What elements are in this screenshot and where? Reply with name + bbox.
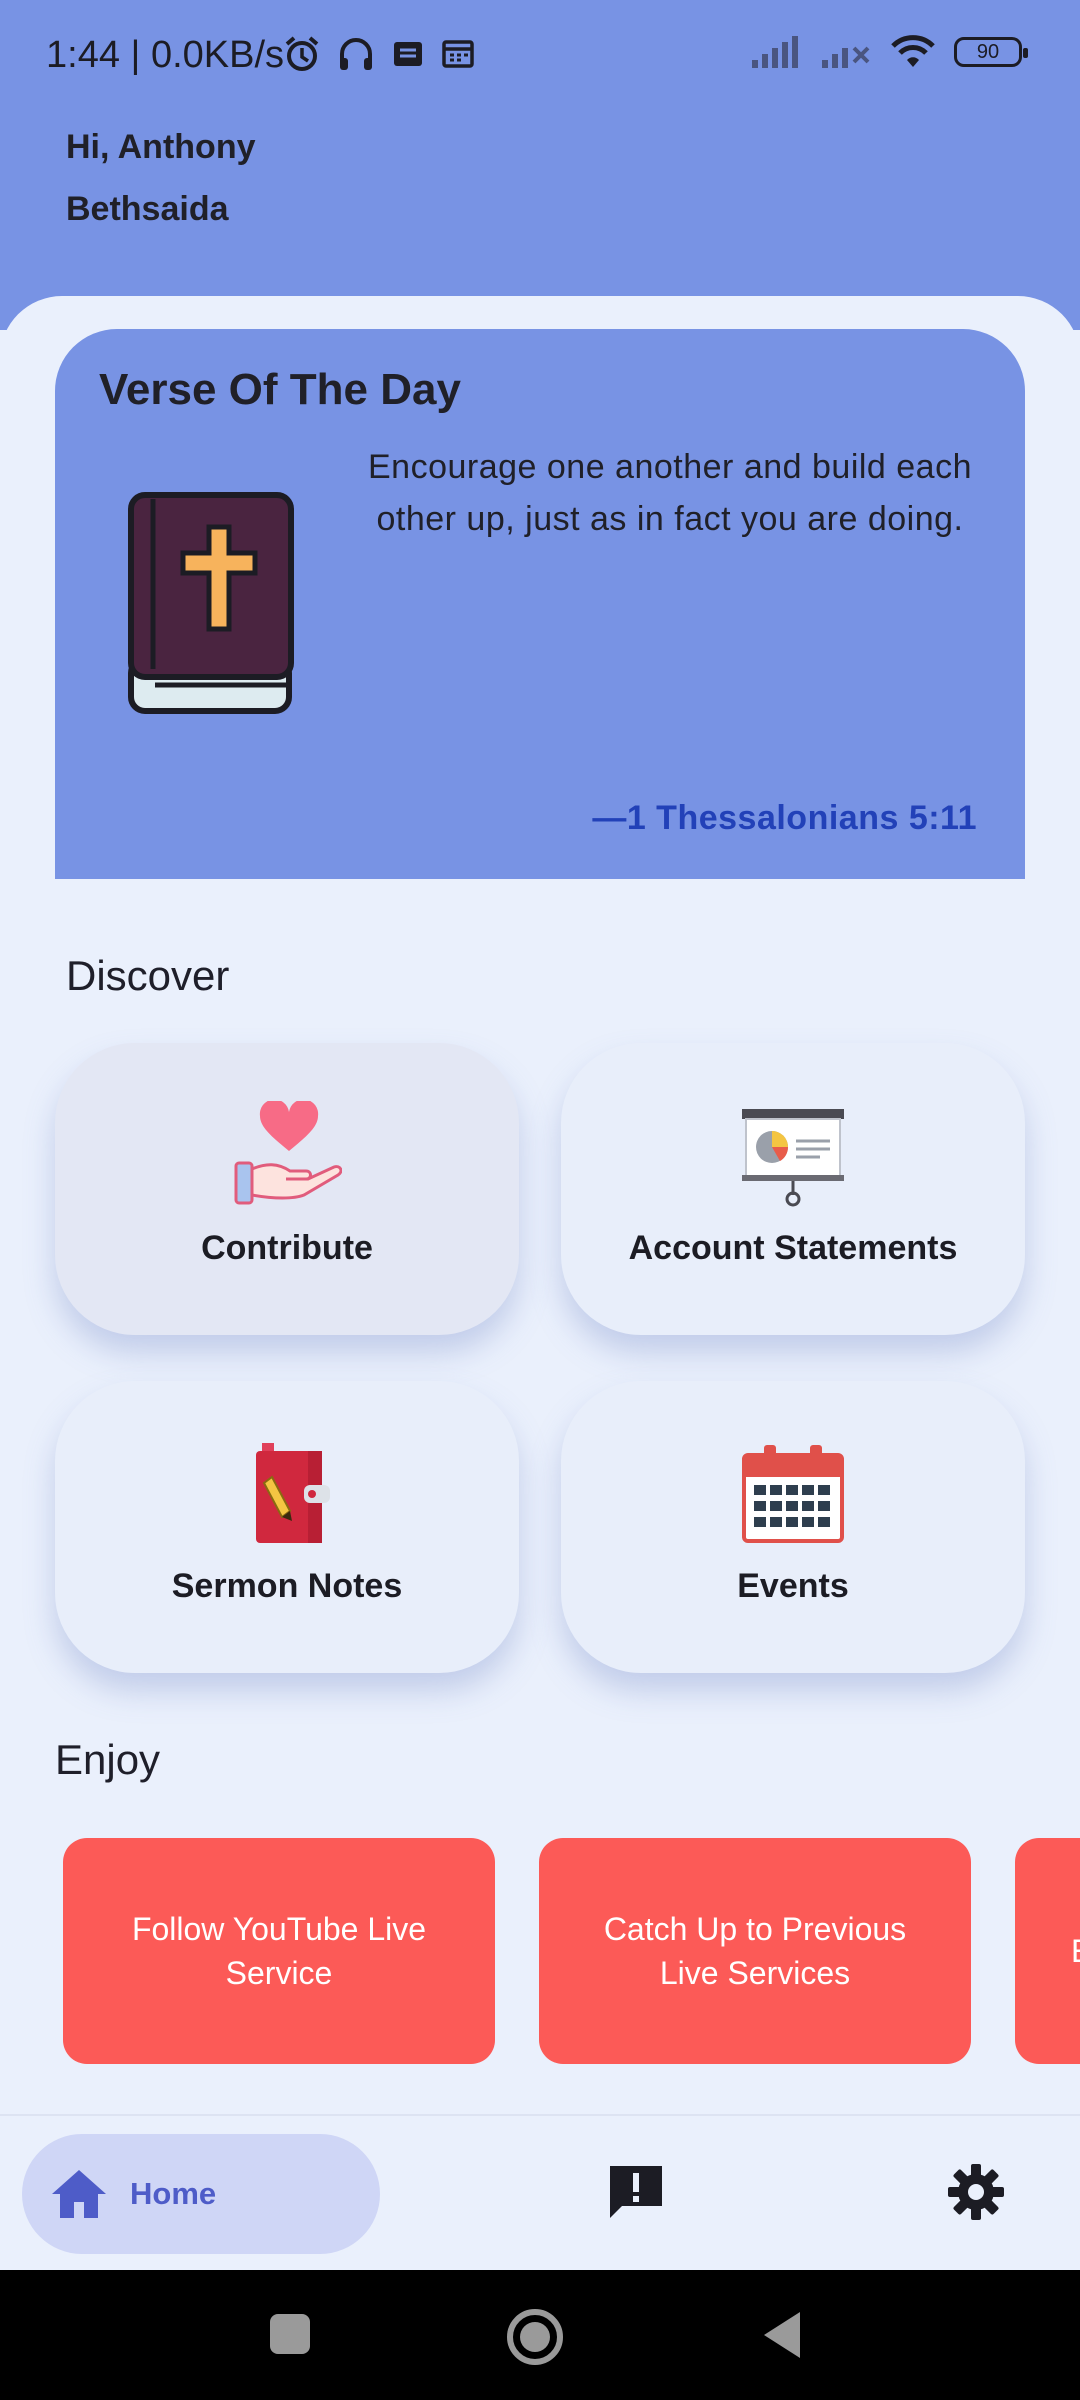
tile-label: Events bbox=[737, 1567, 849, 1605]
verse-of-the-day-card: Verse Of The Day Encourage one another a… bbox=[55, 329, 1025, 879]
alarm-icon bbox=[285, 36, 319, 71]
nav-home-button[interactable]: Home bbox=[22, 2134, 380, 2254]
recents-button-icon[interactable] bbox=[268, 2308, 312, 2362]
status-time: 1:44 | 0.0KB/s bbox=[46, 34, 285, 76]
greeting: Hi, Anthony Bethsaida bbox=[66, 116, 256, 240]
enjoy-card-label: Follow YouTube Live Service bbox=[131, 1911, 427, 1991]
status-system-icons: 90 bbox=[750, 34, 1028, 70]
verse-reference: —1 Thessalonians 5:11 bbox=[592, 799, 977, 837]
events-tile[interactable]: Events bbox=[561, 1381, 1025, 1673]
home-button-icon[interactable] bbox=[506, 2308, 564, 2366]
tile-label: Sermon Notes bbox=[171, 1567, 403, 1605]
message-icon bbox=[394, 42, 422, 66]
previous-live-services-card[interactable]: Catch Up to Previous Live Services bbox=[539, 1838, 971, 2064]
settings-icon[interactable] bbox=[946, 2162, 1006, 2222]
calendar-notification-icon bbox=[442, 40, 474, 68]
enjoy-card-partial[interactable]: E bbox=[1015, 1838, 1080, 2064]
signal-no-service-icon bbox=[822, 46, 870, 68]
bottom-navigation: Home bbox=[0, 2114, 1080, 2270]
status-notification-icons bbox=[282, 34, 476, 74]
signal-icon bbox=[752, 36, 798, 68]
enjoy-carousel[interactable]: Follow YouTube Live Service Catch Up to … bbox=[0, 1838, 1080, 2068]
tile-label: Account Statements bbox=[628, 1229, 958, 1267]
tile-label: Contribute bbox=[201, 1229, 373, 1267]
notebook-pen-icon bbox=[232, 1439, 342, 1549]
wifi-icon bbox=[891, 35, 935, 67]
verse-text: Encourage one another and build each oth… bbox=[367, 448, 973, 538]
greeting-user-name: Hi, Anthony bbox=[66, 128, 256, 166]
home-icon bbox=[52, 2170, 106, 2218]
battery-indicator: 90 bbox=[954, 37, 1028, 67]
account-statements-tile[interactable]: Account Statements bbox=[561, 1043, 1025, 1335]
presentation-chart-icon bbox=[738, 1101, 848, 1211]
nav-home-label: Home bbox=[130, 2176, 217, 2211]
feedback-icon[interactable] bbox=[606, 2162, 666, 2222]
discover-heading: Discover bbox=[66, 952, 230, 999]
heart-hand-icon bbox=[232, 1101, 342, 1211]
system-navigation-bar bbox=[0, 2270, 1080, 2400]
follow-youtube-live-card[interactable]: Follow YouTube Live Service bbox=[63, 1838, 495, 2064]
back-button-icon[interactable] bbox=[760, 2308, 804, 2362]
greeting-church-name: Bethsaida bbox=[66, 190, 229, 228]
enjoy-card-label: E bbox=[1071, 1929, 1080, 1973]
enjoy-card-label: Catch Up to Previous Live Services bbox=[603, 1911, 907, 1991]
verse-title: Verse Of The Day bbox=[99, 365, 461, 414]
contribute-tile[interactable]: Contribute bbox=[55, 1043, 519, 1335]
headphones-icon bbox=[340, 38, 372, 70]
status-bar: 1:44 | 0.0KB/s 90 bbox=[0, 0, 1080, 116]
sermon-notes-tile[interactable]: Sermon Notes bbox=[55, 1381, 519, 1673]
enjoy-heading: Enjoy bbox=[55, 1736, 161, 1783]
calendar-icon bbox=[738, 1439, 848, 1549]
bible-icon bbox=[128, 492, 294, 714]
